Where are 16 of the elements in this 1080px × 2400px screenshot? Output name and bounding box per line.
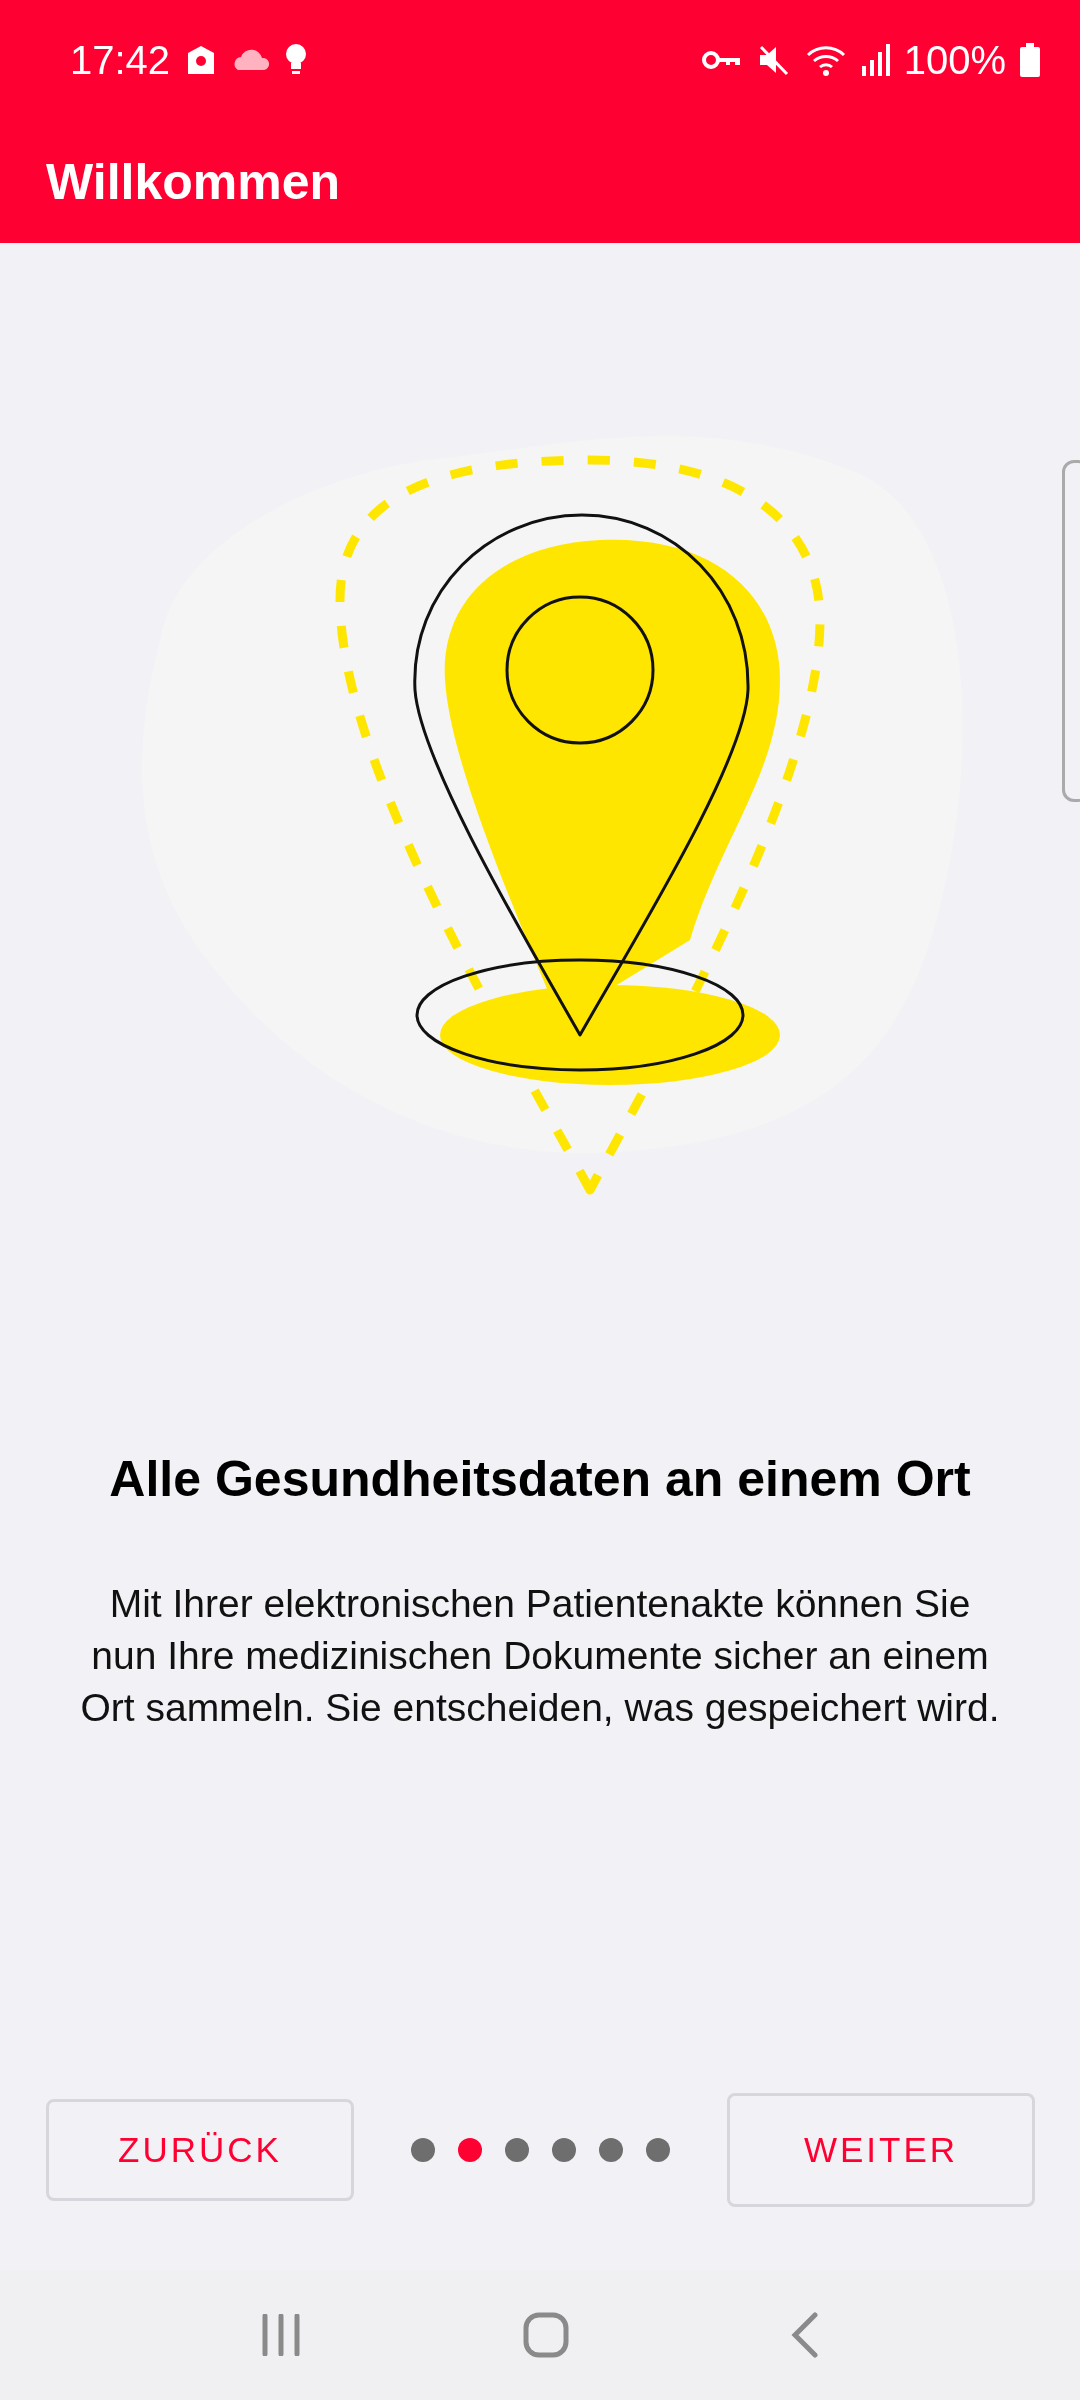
back-icon[interactable]	[791, 2312, 819, 2358]
home-icon[interactable]	[523, 2312, 569, 2358]
app-bar-title: Willkommen	[46, 152, 341, 211]
battery-percent: 100%	[903, 37, 1006, 83]
battery-icon	[1020, 43, 1040, 77]
page-heading: Alle Gesundheitsdaten an einem Ort	[108, 1450, 972, 1508]
signal-icon	[859, 44, 890, 76]
wifi-icon	[805, 43, 846, 77]
cloud-icon	[232, 48, 271, 72]
recent-apps-icon[interactable]	[261, 2314, 301, 2356]
page-description: Mit Ihrer elektronischen Patientenakte können Sie nun Ihre medizinischen Dokumente sicher an einem Ort sammeln. Sie entscheiden, was gespeichert wird.	[80, 1581, 1000, 1731]
key-icon	[701, 49, 742, 71]
status-time: 17:42	[70, 37, 171, 83]
next-button[interactable]: WEITER	[727, 2093, 1035, 2207]
lightbulb-icon	[284, 43, 309, 77]
back-button[interactable]: ZURÜCK	[46, 2099, 354, 2201]
